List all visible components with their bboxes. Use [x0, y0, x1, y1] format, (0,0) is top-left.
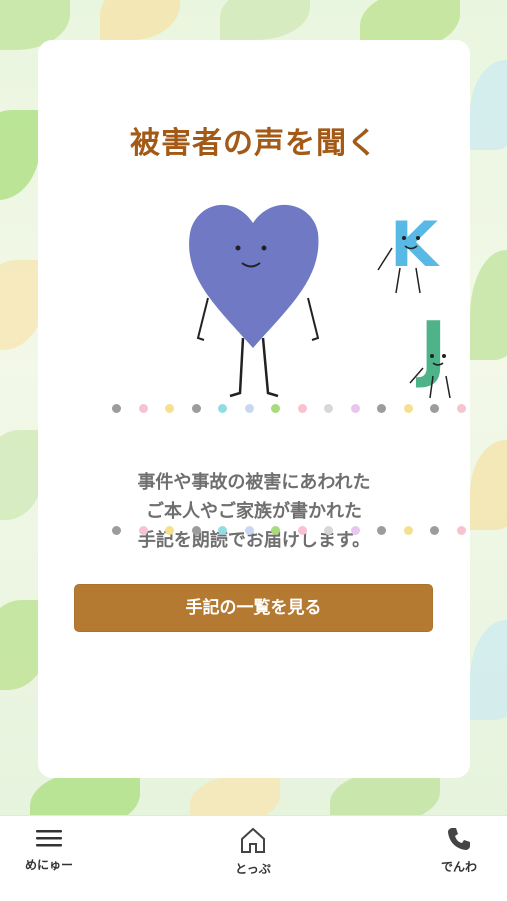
divider-dot — [430, 526, 439, 535]
leaf-decoration — [220, 0, 310, 40]
divider-dot — [271, 526, 280, 535]
divider-dot — [456, 404, 466, 413]
content-card: 被害者の声を聞く K J 事件や事故の被害にあわれた ご本人やご家族が書かれた … — [38, 40, 470, 778]
divider-dot — [403, 404, 413, 413]
tab-phone-label: でんわ — [440, 860, 477, 874]
tab-menu-label: めにゅー — [24, 858, 73, 872]
dot-divider-bottom — [112, 526, 472, 536]
divider-dot — [191, 404, 201, 413]
dot-divider-top — [112, 404, 472, 414]
divider-dot — [350, 404, 360, 413]
leaf-decoration — [470, 60, 507, 150]
divider-dot — [430, 404, 439, 413]
divider-dot — [244, 526, 254, 535]
leaf-decoration — [0, 110, 40, 200]
description: 事件や事故の被害にあわれた ご本人やご家族が書かれた 手記を朗読でお届けします。 — [38, 468, 470, 555]
leaf-decoration — [100, 0, 180, 40]
bottom-tab-bar: めにゅー とっぷ でんわ — [0, 815, 507, 901]
divider-dot — [138, 526, 148, 535]
divider-dot — [456, 526, 466, 535]
view-notes-list-button[interactable]: 手記の一覧を見る — [74, 584, 433, 632]
divider-dot — [112, 526, 121, 535]
divider-dot — [218, 526, 227, 535]
divider-dot — [324, 404, 333, 413]
j-letter-character: J — [415, 306, 447, 390]
divider-dot — [350, 526, 360, 535]
leaf-decoration — [470, 440, 507, 530]
tab-phone[interactable]: でんわ — [404, 826, 507, 896]
menu-icon — [36, 830, 62, 847]
home-icon — [241, 827, 265, 853]
description-line: 事件や事故の被害にあわれた — [137, 472, 371, 493]
divider-dot — [112, 404, 121, 413]
page-title: 被害者の声を聞く — [130, 126, 378, 161]
tab-menu[interactable]: めにゅー — [0, 826, 104, 896]
tab-top[interactable]: とっぷ — [198, 826, 308, 896]
k-letter-character: K — [390, 208, 440, 281]
divider-dot — [377, 526, 386, 535]
description-line: ご本人やご家族が書かれた — [146, 501, 362, 522]
leaf-decoration — [190, 775, 280, 815]
divider-dot — [271, 404, 280, 413]
divider-dot — [297, 404, 307, 413]
divider-dot — [403, 526, 413, 535]
heart-characters-illustration: K J — [189, 204, 451, 399]
tab-top-label: とっぷ — [235, 862, 271, 876]
divider-dot — [244, 404, 254, 413]
divider-dot — [297, 526, 307, 535]
heart-character — [189, 204, 319, 348]
divider-dot — [165, 404, 174, 413]
divider-dot — [377, 404, 386, 413]
divider-dot — [191, 526, 201, 535]
divider-dot — [138, 404, 148, 413]
leaf-decoration — [470, 620, 507, 720]
divider-dot — [165, 526, 174, 535]
phone-icon — [448, 828, 470, 850]
divider-dot — [324, 526, 333, 535]
divider-dot — [218, 404, 227, 413]
